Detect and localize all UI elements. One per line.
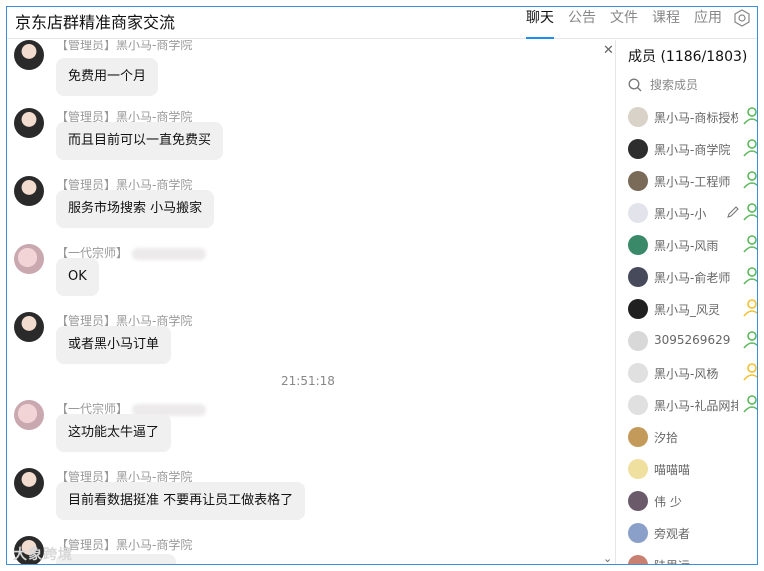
admin-icon xyxy=(742,202,757,222)
member-name: 黑小马-风雨 xyxy=(654,239,719,253)
avatar[interactable] xyxy=(14,400,44,430)
member-item[interactable]: 喵喵喵 xyxy=(628,458,757,482)
message-bubble: 服务市场搜索 小马搬家 xyxy=(56,190,215,228)
admin-icon xyxy=(742,234,757,254)
member-name: 黑小马-商学院 xyxy=(654,143,731,157)
member-avatar xyxy=(628,139,648,159)
group-title: 京东店群精准商家交流 xyxy=(15,13,176,32)
member-avatar xyxy=(628,555,648,564)
avatar[interactable] xyxy=(14,468,44,498)
member-item[interactable]: 旁观者 xyxy=(628,522,757,546)
member-avatar xyxy=(628,299,648,319)
tab-announcements[interactable]: 公告 xyxy=(568,7,596,39)
watermark: 大象跨境 xyxy=(13,547,73,563)
member-name: 黑小马-俞老师 xyxy=(654,271,731,285)
timestamp: 21:51:18 xyxy=(281,374,335,388)
chat-window: 京东店群精准商家交流 聊天 公告 文件 课程 应用 ✕ 【管理员】黑小马-商学院… xyxy=(6,6,758,565)
message-bubble xyxy=(56,554,176,564)
member-name: 黑小马-礼品网排 xyxy=(654,399,738,413)
search-icon xyxy=(628,78,642,91)
member-item[interactable]: 黑小马-工程师 xyxy=(628,170,757,194)
admin-icon xyxy=(742,394,757,414)
message-bubble: 或者黑小马订单 xyxy=(56,326,172,364)
member-name: 黑小马-风杨 xyxy=(654,367,719,381)
admin-icon xyxy=(742,106,757,126)
member-name: 黑小马-工程师 xyxy=(654,175,731,189)
member-item[interactable]: 黑小马-小 xyxy=(628,202,757,226)
member-panel: 成员 (1186/1803) 搜索成员 黑小马-商标授权 黑小马-商学院 黑小马-工… xyxy=(615,40,757,564)
member-item[interactable]: 陆思远 xyxy=(628,554,757,564)
edit-icon[interactable] xyxy=(726,205,740,223)
window-header: 京东店群精准商家交流 聊天 公告 文件 课程 应用 xyxy=(7,7,757,39)
tab-courses[interactable]: 课程 xyxy=(652,7,680,39)
admin-icon xyxy=(742,330,757,350)
avatar[interactable] xyxy=(14,108,44,138)
sender-name: 【管理员】黑小马-商学院 xyxy=(56,40,193,52)
member-avatar xyxy=(628,363,648,383)
chat-area[interactable]: ✕ 【管理员】黑小马-商学院 免费用一个月 【管理员】黑小马-商学院 而且目前可… xyxy=(7,40,615,564)
member-item[interactable]: 黑小马-商标授权 xyxy=(628,106,757,130)
member-count: 成员 (1186/1803) xyxy=(628,49,748,65)
member-avatar xyxy=(628,107,648,127)
search-input[interactable]: 搜索成员 xyxy=(650,76,698,93)
owner-icon xyxy=(742,298,757,318)
message-bubble: 目前看数据挺准 不要再让员工做表格了 xyxy=(56,482,306,520)
admin-icon xyxy=(742,138,757,158)
member-item[interactable]: 黑小马-风杨 xyxy=(628,362,757,386)
tab-bar: 聊天 公告 文件 课程 应用 xyxy=(519,7,757,39)
message-bubble: 免费用一个月 xyxy=(56,58,159,96)
member-avatar xyxy=(628,203,648,223)
member-name: 旁观者 xyxy=(654,527,691,541)
member-search[interactable]: 搜索成员 xyxy=(628,76,698,93)
admin-icon xyxy=(742,170,757,190)
member-name: 3095269629 xyxy=(654,333,731,347)
avatar[interactable] xyxy=(14,312,44,342)
owner-icon xyxy=(742,362,757,382)
member-avatar xyxy=(628,331,648,351)
member-avatar xyxy=(628,171,648,191)
member-name: 伟 少 xyxy=(654,495,682,509)
member-avatar xyxy=(628,459,648,479)
member-item[interactable]: 黑小马-风雨 xyxy=(628,234,757,258)
close-icon[interactable]: ✕ xyxy=(603,43,614,58)
member-name: 黑小马_风灵 xyxy=(654,303,721,317)
member-avatar xyxy=(628,395,648,415)
sender-name: 【管理员】黑小马-商学院 xyxy=(56,538,193,552)
chevron-down-icon[interactable]: ⌄ xyxy=(603,552,612,564)
member-avatar xyxy=(628,491,648,511)
member-item[interactable]: 黑小马-礼品网排 xyxy=(628,394,757,418)
avatar[interactable] xyxy=(14,176,44,206)
message-bubble: 这功能太牛逼了 xyxy=(56,414,172,452)
message-bubble: 而且目前可以一直免费买 xyxy=(56,122,224,160)
blurred-name xyxy=(132,247,207,260)
member-avatar xyxy=(628,267,648,287)
member-item[interactable]: 汐拾 xyxy=(628,426,757,450)
admin-icon xyxy=(742,266,757,286)
member-name: 陆思远 xyxy=(654,557,738,564)
member-item[interactable]: 黑小马-商学院 xyxy=(628,138,757,162)
member-item[interactable]: 伟 少 xyxy=(628,490,757,514)
tab-files[interactable]: 文件 xyxy=(610,7,638,39)
member-name: 喵喵喵 xyxy=(654,463,691,477)
member-name: 汐拾 xyxy=(654,431,679,445)
avatar[interactable] xyxy=(14,244,44,274)
member-item[interactable]: 3095269629 xyxy=(628,330,757,354)
member-item[interactable]: 黑小马-俞老师 xyxy=(628,266,757,290)
member-item[interactable]: 黑小马_风灵 xyxy=(628,298,757,322)
settings-icon[interactable] xyxy=(733,9,751,27)
member-avatar xyxy=(628,427,648,447)
tab-apps[interactable]: 应用 xyxy=(694,7,722,39)
member-avatar xyxy=(628,235,648,255)
tab-chat[interactable]: 聊天 xyxy=(526,7,554,39)
message-bubble: OK xyxy=(56,258,99,296)
member-avatar xyxy=(628,523,648,543)
member-name: 黑小马-商标授权 xyxy=(654,111,738,125)
avatar[interactable] xyxy=(14,40,44,70)
